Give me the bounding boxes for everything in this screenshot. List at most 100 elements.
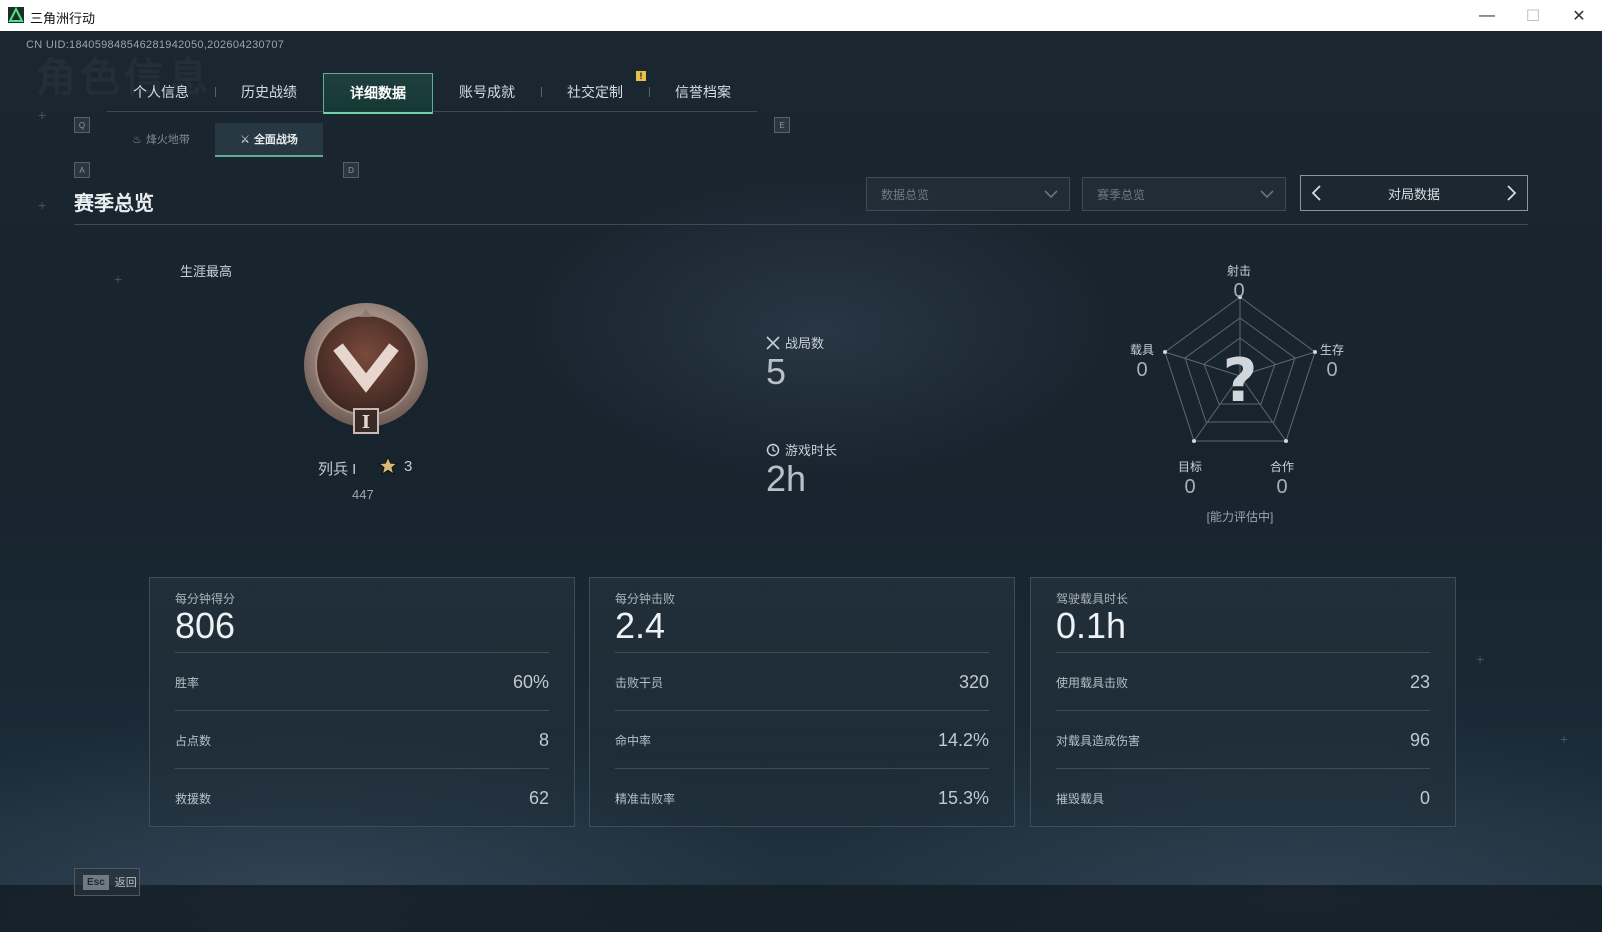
window-title: 三角洲行动 xyxy=(30,11,96,26)
playtime-value: 2h xyxy=(766,458,807,499)
section-divider xyxy=(74,224,1528,225)
pager-label: 对局数据 xyxy=(1387,186,1440,202)
maximize-button[interactable]: ☐ xyxy=(1510,0,1556,31)
tab-achievements[interactable]: 账号成就 xyxy=(433,73,541,111)
score-per-minute-card: 每分钟得分 806 胜率 60% 占点数 8 救援数 62 xyxy=(149,577,575,827)
season-dropdown[interactable]: 赛季总览 xyxy=(1082,177,1286,211)
rank-points: 447 xyxy=(352,487,374,502)
decor-plus-icon: + xyxy=(38,107,47,123)
stat-label: 胜率 xyxy=(175,675,200,690)
playtime-stat: 游戏时长 2h xyxy=(766,440,837,497)
title-bar: 三角洲行动 — ☐ ✕ xyxy=(0,0,1602,32)
stat-value: 320 xyxy=(958,671,989,692)
decor-plus-icon: + xyxy=(114,271,123,287)
card-value: 2.4 xyxy=(615,605,666,646)
radar-value-shooting: 0 xyxy=(1233,280,1245,302)
chevron-left-icon[interactable] xyxy=(1307,183,1327,203)
stat-label: 摧毁载具 xyxy=(1056,791,1105,806)
stat-label: 占点数 xyxy=(175,733,212,748)
decor-plus-icon: + xyxy=(38,197,47,213)
stat-value: 96 xyxy=(1409,729,1430,750)
matches-label: 战局数 xyxy=(785,336,825,351)
main-tabs: 个人信息 历史战绩 详细数据 账号成就 社交定制 信誉档案 xyxy=(107,73,757,114)
card-value: 806 xyxy=(175,605,236,646)
crossed-swords-icon xyxy=(766,335,780,350)
back-label: 返回 xyxy=(114,877,137,889)
stat-value: 0 xyxy=(1419,787,1430,808)
key-hint-e[interactable]: E xyxy=(774,117,790,133)
stat-label: 救援数 xyxy=(175,791,212,806)
matches-value: 5 xyxy=(766,351,787,392)
key-hint-a[interactable]: A xyxy=(74,162,90,178)
stat-value: 23 xyxy=(1409,671,1430,692)
card-value: 0.1h xyxy=(1056,605,1127,646)
stat-value: 60% xyxy=(512,671,549,692)
battle-icon: ⚔ xyxy=(240,133,250,146)
data-overview-dropdown[interactable]: 数据总览 xyxy=(866,177,1070,211)
tab-history[interactable]: 历史战绩 xyxy=(215,73,323,111)
rank-badge-icon: I xyxy=(304,303,428,434)
app-logo-icon xyxy=(8,7,24,23)
stat-row: 摧毁载具 0 xyxy=(1056,768,1430,827)
stat-label: 对载具造成伤害 xyxy=(1056,733,1141,748)
esc-key-hint: Esc xyxy=(83,874,109,890)
chevron-right-icon[interactable] xyxy=(1501,183,1521,203)
chevron-down-icon xyxy=(1260,190,1274,199)
radar-value-vehicle: 0 xyxy=(1136,359,1148,381)
footer-bar xyxy=(0,885,1602,932)
key-hint-q[interactable]: Q xyxy=(74,117,90,133)
decor-plus-icon: + xyxy=(1560,731,1569,747)
rank-star-count: 3 xyxy=(404,458,413,475)
stat-label: 命中率 xyxy=(615,733,652,748)
rank-numeral: I xyxy=(362,412,370,433)
stat-row: 精准击败率 15.3% xyxy=(615,768,989,827)
subtab-hazard-zone[interactable]: ♨ 烽火地带 xyxy=(107,123,215,155)
stat-row: 使用载具击败 23 xyxy=(1056,652,1430,711)
key-hint-d[interactable]: D xyxy=(343,162,359,178)
section-title: 赛季总览 xyxy=(74,193,154,215)
mode-subtabs: ♨ 烽火地带 ⚔ 全面战场 xyxy=(107,123,323,157)
stat-row: 击败干员 320 xyxy=(615,652,989,711)
user-uid: CN UID:184059848546281942050,20260423070… xyxy=(26,39,285,51)
clock-icon xyxy=(766,443,780,456)
career-best-label: 生涯最高 xyxy=(180,264,233,279)
rank-name: 列兵 I xyxy=(318,461,357,478)
stat-label: 使用载具击败 xyxy=(1056,675,1129,690)
stat-label: 击败干员 xyxy=(615,675,664,690)
decor-plus-icon: + xyxy=(1476,651,1485,667)
radar-value-cooperation: 0 xyxy=(1276,476,1288,498)
back-button[interactable]: Esc 返回 xyxy=(74,868,140,896)
game-content: 角色信息 CN UID:184059848546281942050,202604… xyxy=(0,31,1602,932)
stat-row: 占点数 8 xyxy=(175,710,549,769)
tab-social-custom[interactable]: 社交定制 xyxy=(541,73,649,111)
stat-label: 精准击败率 xyxy=(615,791,676,806)
vehicle-time-card: 驾驶载具时长 0.1h 使用载具击败 23 对载具造成伤害 96 摧毁载具 0 xyxy=(1030,577,1456,827)
minimize-button[interactable]: — xyxy=(1464,0,1510,31)
matches-stat: 战局数 5 xyxy=(766,333,824,390)
flame-icon: ♨ xyxy=(132,133,142,146)
stat-value: 8 xyxy=(538,729,549,750)
stat-row: 救援数 62 xyxy=(175,768,549,827)
match-data-pager: 对局数据 xyxy=(1300,175,1528,211)
star-icon xyxy=(378,456,398,476)
dropdown-value: 赛季总览 xyxy=(1097,187,1146,202)
radar-label-shooting: 射击 xyxy=(1226,264,1251,278)
chevron-down-icon xyxy=(1044,190,1058,199)
radar-label-cooperation: 合作 xyxy=(1269,460,1294,474)
stat-row: 命中率 14.2% xyxy=(615,710,989,769)
stat-value: 62 xyxy=(528,787,549,808)
radar-label-vehicle: 载具 xyxy=(1129,343,1154,357)
playtime-label: 游戏时长 xyxy=(785,443,838,458)
radar-label-survival: 生存 xyxy=(1319,343,1344,357)
tab-detailed-data[interactable]: 详细数据 xyxy=(323,73,433,114)
close-button[interactable]: ✕ xyxy=(1556,0,1602,31)
stat-value: 15.3% xyxy=(937,787,989,808)
subtab-full-battle[interactable]: ⚔ 全面战场 xyxy=(215,123,323,157)
radar-value-survival: 0 xyxy=(1326,359,1338,381)
stat-row: 胜率 60% xyxy=(175,652,549,711)
stat-value: 14.2% xyxy=(937,729,989,750)
app-window: 三角洲行动 — ☐ ✕ 角色信息 CN UID:1840598485462819… xyxy=(0,0,1602,932)
tab-credit-record[interactable]: 信誉档案 xyxy=(649,73,757,111)
tab-personal-info[interactable]: 个人信息 xyxy=(107,73,215,111)
notification-badge: ! xyxy=(636,71,646,81)
